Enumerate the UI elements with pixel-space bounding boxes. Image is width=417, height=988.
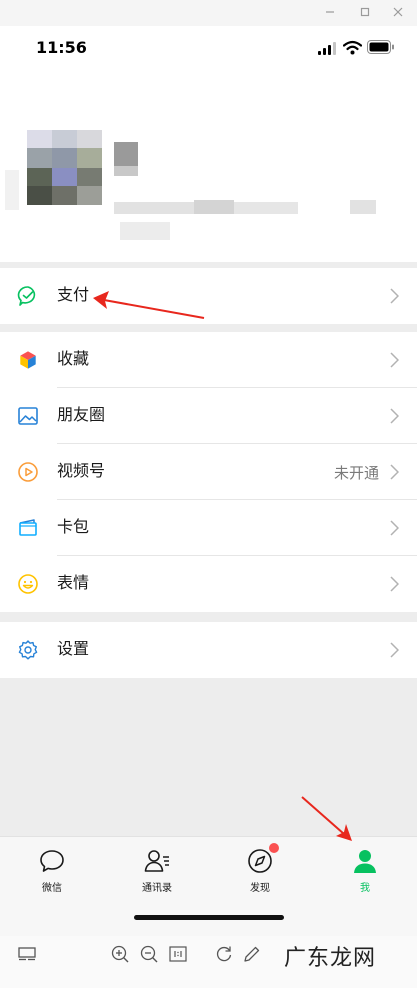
window-title-bar <box>0 0 417 26</box>
maximize-icon[interactable] <box>356 3 374 21</box>
layout-icon[interactable] <box>17 944 37 964</box>
minimize-icon[interactable] <box>321 3 339 21</box>
pencil-edit-icon[interactable] <box>242 944 262 964</box>
phone-screen: 11:56 支付 收藏 朋友圈 视频号 未开通 卡包 表情 设置 微信 通讯录 … <box>0 26 417 936</box>
zoom-in-icon[interactable] <box>110 944 130 964</box>
rotate-icon[interactable] <box>214 944 234 964</box>
close-icon[interactable] <box>389 3 407 21</box>
actual-size-icon[interactable] <box>168 944 188 964</box>
annotation-arrows <box>93 291 352 841</box>
watermark-text: 广东龙网 <box>284 946 377 971</box>
zoom-out-icon[interactable] <box>139 944 159 964</box>
